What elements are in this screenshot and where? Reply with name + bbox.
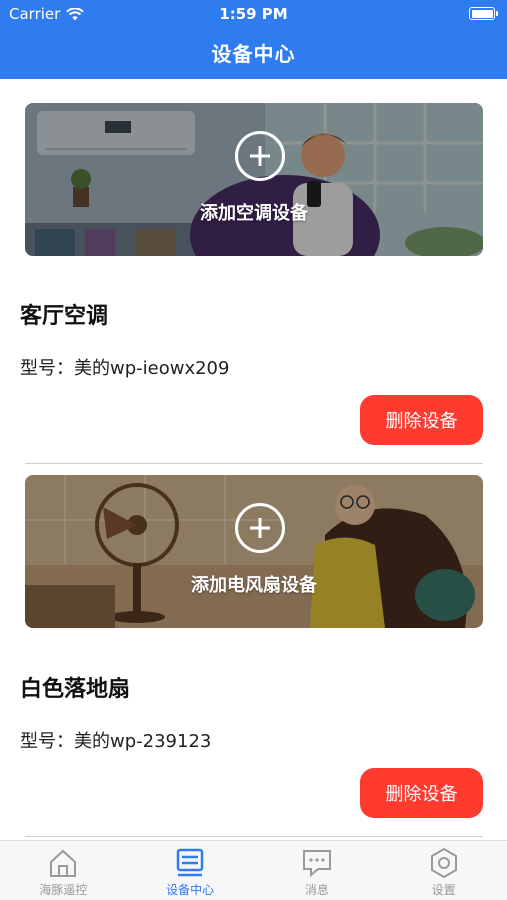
add-icon (235, 131, 285, 181)
device-name: 白色落地扇 (20, 677, 131, 702)
add-air-conditioner-label: 添加空调设备 (200, 203, 308, 224)
tab-label: 设备中心 (166, 883, 215, 897)
page-title: 设备中心 (211, 42, 296, 66)
divider (25, 463, 483, 464)
tab-bar: 海豚遥控 设备中心 消息 设置 (0, 840, 507, 900)
battery-icon (469, 7, 498, 20)
device-name: 客厅空调 (20, 304, 109, 329)
device-model: 型号：美的wp-ieowx209 (20, 358, 230, 379)
status-time: 1:59 PM (219, 5, 288, 23)
add-air-conditioner-banner[interactable]: 添加空调设备 (25, 103, 483, 256)
divider (25, 836, 483, 837)
tab-label: 设置 (431, 883, 456, 897)
add-fan-label: 添加电风扇设备 (191, 575, 317, 596)
tab-messages[interactable]: 消息 (254, 841, 381, 900)
tab-label: 消息 (304, 883, 329, 897)
message-icon (302, 850, 331, 878)
device-list-icon (176, 848, 204, 877)
add-fan-banner[interactable]: 添加电风扇设备 (25, 475, 483, 628)
delete-device-button[interactable]: 删除设备 (360, 768, 483, 818)
status-bar: Carrier 1:59 PM (0, 0, 507, 28)
home-icon (50, 849, 77, 877)
app-header: Carrier 1:59 PM 设备中心 (0, 0, 507, 79)
tab-settings[interactable]: 设置 (380, 841, 507, 900)
tab-label: 海豚遥控 (39, 883, 88, 897)
settings-icon (430, 847, 457, 879)
device-model: 型号：美的wp-239123 (20, 731, 212, 752)
tab-home[interactable]: 海豚遥控 (0, 841, 127, 900)
delete-device-button[interactable]: 删除设备 (360, 395, 483, 445)
tab-device-center[interactable]: 设备中心 (127, 841, 254, 900)
add-icon (235, 503, 285, 553)
